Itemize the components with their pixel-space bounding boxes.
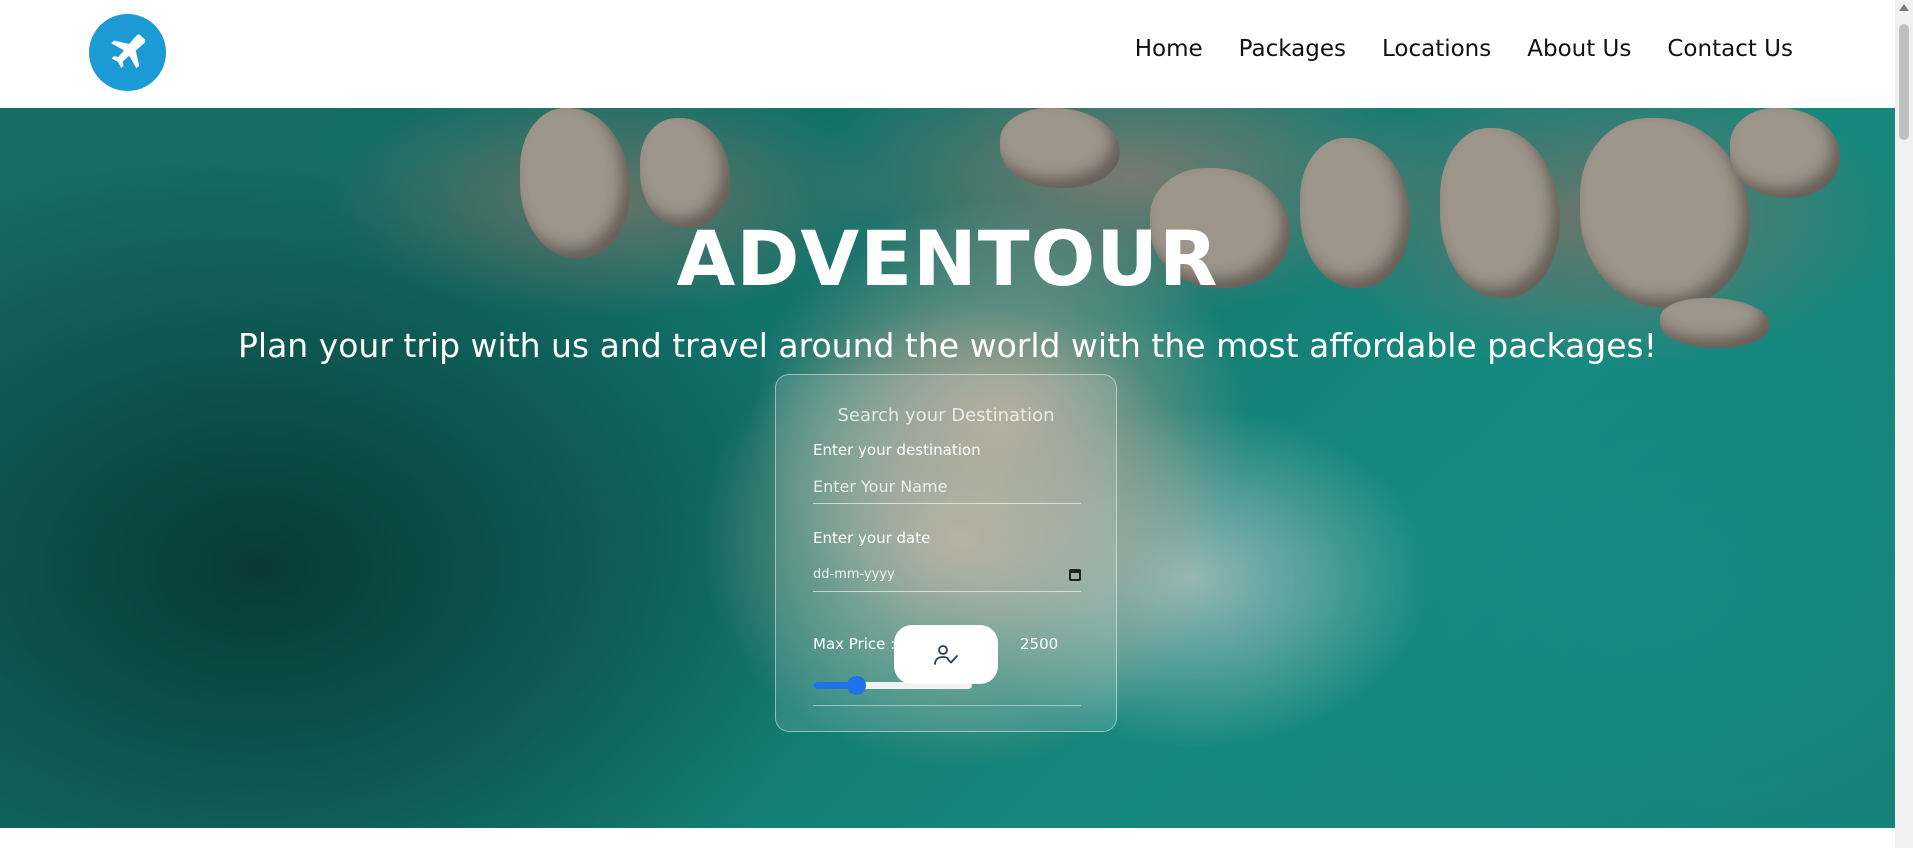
nav-home[interactable]: Home — [1135, 36, 1203, 62]
airplane-icon — [110, 33, 145, 68]
nav-about-us[interactable]: About Us — [1527, 36, 1631, 62]
destination-label: Enter your destination — [813, 441, 981, 459]
submit-button[interactable] — [894, 625, 998, 684]
scroll-up-arrow[interactable] — [1899, 4, 1909, 11]
navbar: Home Packages Locations About Us Contact… — [0, 0, 1895, 108]
hero-subtitle: Plan your trip with us and travel around… — [238, 326, 1657, 365]
nav-links: Home Packages Locations About Us Contact… — [1135, 36, 1793, 62]
scroll-thumb[interactable] — [1899, 24, 1909, 140]
hero-background: ADVENTOUR Plan your trip with us and tra… — [0, 108, 1895, 828]
page-scrollbar[interactable] — [1895, 0, 1913, 848]
card-divider — [813, 705, 1081, 706]
date-input[interactable]: dd-mm-yyyy — [813, 558, 1081, 592]
logo[interactable] — [89, 14, 166, 91]
slider-thumb[interactable] — [846, 676, 866, 695]
date-placeholder: dd-mm-yyyy — [813, 567, 895, 582]
hero-title: ADVENTOUR — [676, 214, 1219, 303]
search-card-title: Search your Destination — [837, 405, 1055, 426]
user-check-icon — [934, 644, 958, 665]
destination-input[interactable] — [813, 470, 1081, 504]
max-price-value: 2500 — [1020, 635, 1059, 653]
max-price-label: Max Price : — [813, 635, 896, 653]
nav-contact-us[interactable]: Contact Us — [1667, 36, 1793, 62]
calendar-icon[interactable] — [1069, 568, 1081, 581]
nav-packages[interactable]: Packages — [1239, 36, 1346, 62]
date-label: Enter your date — [813, 529, 931, 547]
nav-locations[interactable]: Locations — [1382, 36, 1491, 62]
